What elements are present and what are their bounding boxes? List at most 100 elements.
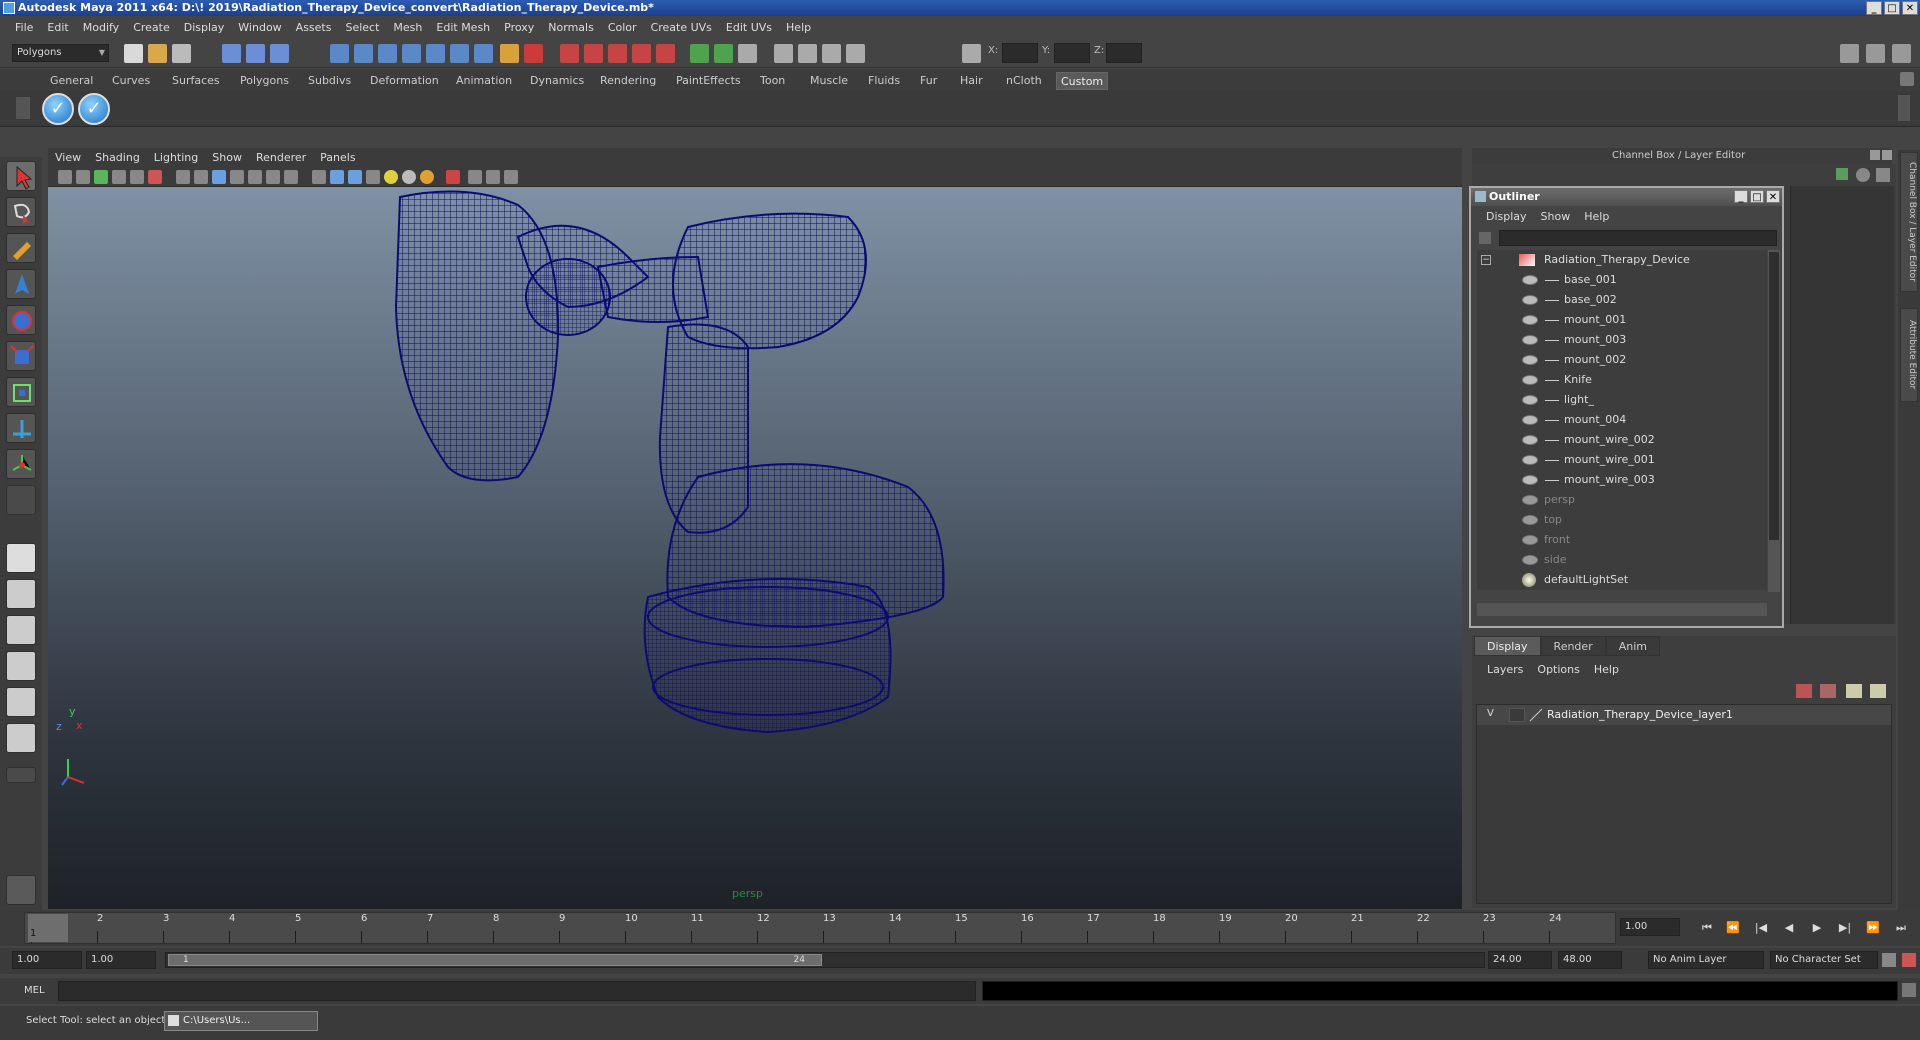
outliner-maximize-button[interactable]: □ bbox=[1750, 190, 1764, 203]
shelf-tab-custom[interactable]: Custom bbox=[1056, 72, 1109, 90]
collapse-icon[interactable]: − bbox=[1481, 255, 1491, 265]
tree-row-root[interactable]: − Radiation_Therapy_Device bbox=[1477, 250, 1767, 270]
paint-select-icon[interactable] bbox=[6, 233, 36, 263]
image-plane-icon[interactable] bbox=[112, 170, 126, 184]
tree-row[interactable]: side bbox=[1477, 550, 1767, 570]
new-layer-selected-icon[interactable] bbox=[1820, 684, 1836, 698]
float-icon[interactable] bbox=[1870, 150, 1880, 160]
shelf-tab-hair[interactable]: Hair bbox=[956, 72, 987, 90]
menu-help[interactable]: Help bbox=[779, 21, 818, 34]
shelf-menu-icon[interactable] bbox=[1900, 72, 1914, 86]
shelf-tab-rendering[interactable]: Rendering bbox=[596, 72, 660, 90]
isolate-icon[interactable] bbox=[284, 170, 298, 184]
layer-up-icon[interactable] bbox=[1846, 684, 1862, 698]
magnet-point-icon[interactable] bbox=[608, 44, 627, 63]
menu-create-uvs[interactable]: Create UVs bbox=[644, 21, 719, 34]
magnet-icon[interactable] bbox=[560, 44, 579, 63]
select-object-icon[interactable] bbox=[246, 44, 265, 63]
tree-row[interactable]: mount_wire_001 bbox=[1477, 450, 1767, 470]
menu-file[interactable]: File bbox=[8, 21, 40, 34]
menu-set-dropdown[interactable]: Polygons bbox=[12, 44, 109, 62]
menu-modify[interactable]: Modify bbox=[76, 21, 126, 34]
tree-row[interactable]: defaultLightSet bbox=[1477, 570, 1767, 590]
layer-menu-options[interactable]: Options bbox=[1530, 663, 1586, 676]
question-icon[interactable] bbox=[474, 44, 493, 63]
snap-grid-icon[interactable] bbox=[330, 44, 349, 63]
shaded-wire-icon[interactable] bbox=[348, 170, 362, 184]
outliner-vertical-scrollbar[interactable] bbox=[1768, 250, 1780, 592]
layer-tab-render[interactable]: Render bbox=[1540, 636, 1606, 656]
shelf-tab-fluids[interactable]: Fluids bbox=[864, 72, 904, 90]
layer-row[interactable]: V Radiation_Therapy_Device_layer1 bbox=[1477, 705, 1891, 725]
camera-attr-icon[interactable] bbox=[76, 170, 90, 184]
tree-row[interactable]: mount_002 bbox=[1477, 350, 1767, 370]
universal-manip-icon[interactable] bbox=[6, 377, 36, 407]
go-to-end-button[interactable]: ⏭ bbox=[1892, 920, 1910, 936]
shadows-icon[interactable] bbox=[402, 170, 416, 184]
xray-icon[interactable] bbox=[248, 170, 262, 184]
save-scene-icon[interactable] bbox=[172, 44, 191, 63]
history-icon[interactable] bbox=[450, 44, 469, 63]
mel-command-input[interactable] bbox=[58, 981, 976, 1001]
tree-row[interactable]: mount_wire_003 bbox=[1477, 470, 1767, 490]
tree-row[interactable]: top bbox=[1477, 510, 1767, 530]
snap-curve-icon[interactable] bbox=[354, 44, 373, 63]
play-backward-button[interactable]: ◀ bbox=[1780, 920, 1798, 936]
tree-row[interactable]: base_001 bbox=[1477, 270, 1767, 290]
y-field[interactable] bbox=[1054, 43, 1090, 63]
shelf-options-icon[interactable] bbox=[16, 97, 30, 119]
start-time-field[interactable]: 1.00 bbox=[12, 951, 82, 969]
checker-icon[interactable] bbox=[366, 170, 380, 184]
tree-row[interactable]: mount_004 bbox=[1477, 410, 1767, 430]
shelf-tab-fur[interactable]: Fur bbox=[916, 72, 941, 90]
render-frame-icon[interactable] bbox=[690, 44, 709, 63]
shelf-tab-dynamics[interactable]: Dynamics bbox=[526, 72, 588, 90]
scroll-thumb[interactable] bbox=[1769, 252, 1779, 540]
xray-joints-icon[interactable] bbox=[266, 170, 280, 184]
menu-edit-uvs[interactable]: Edit UVs bbox=[719, 21, 779, 34]
ipr-render-icon[interactable] bbox=[714, 44, 733, 63]
tab-attribute-editor[interactable]: Attribute Editor bbox=[1900, 308, 1918, 402]
tree-row[interactable]: front bbox=[1477, 530, 1767, 550]
menu-edit-mesh[interactable]: Edit Mesh bbox=[429, 21, 497, 34]
shelf-tab-general[interactable]: General bbox=[46, 72, 97, 90]
minimized-window-task[interactable]: C:\Users\Us... bbox=[164, 1011, 318, 1031]
soft-mod-icon[interactable] bbox=[6, 413, 36, 443]
preferences-icon[interactable] bbox=[1902, 953, 1916, 967]
tree-row[interactable]: persp bbox=[1477, 490, 1767, 510]
minimize-button[interactable]: _ bbox=[1866, 1, 1882, 15]
shelf-scroll-icon[interactable] bbox=[1898, 95, 1910, 121]
tree-row[interactable]: base_002 bbox=[1477, 290, 1767, 310]
camera-select-icon[interactable] bbox=[58, 170, 72, 184]
menu-display[interactable]: Display bbox=[177, 21, 232, 34]
show-manip-icon[interactable] bbox=[6, 449, 36, 479]
tab-channel-box[interactable]: Channel Box / Layer Editor bbox=[1900, 152, 1918, 292]
channel-box-pin-icon[interactable] bbox=[1876, 168, 1890, 182]
step-forward-frame-button[interactable]: ▶| bbox=[1836, 920, 1854, 936]
safe-frame-icon[interactable] bbox=[504, 170, 518, 184]
shelf-tab-curves[interactable]: Curves bbox=[108, 72, 154, 90]
shelf-tab-deformation[interactable]: Deformation bbox=[366, 72, 443, 90]
snap-point-icon[interactable] bbox=[378, 44, 397, 63]
rotate-tool-icon[interactable] bbox=[6, 305, 36, 335]
film-gate-icon[interactable] bbox=[486, 170, 500, 184]
toggle-attribute-editor-icon[interactable] bbox=[1866, 44, 1885, 63]
textured-icon[interactable] bbox=[230, 170, 244, 184]
layer-color-swatch[interactable] bbox=[1529, 708, 1543, 722]
channel-box-settings-icon[interactable] bbox=[1856, 168, 1870, 182]
viewport-menu-show[interactable]: Show bbox=[205, 151, 249, 164]
layout-outliner-icon[interactable] bbox=[6, 615, 36, 645]
construction-icon[interactable] bbox=[524, 44, 543, 63]
menu-proxy[interactable]: Proxy bbox=[497, 21, 541, 34]
outliner-close-button[interactable]: ✕ bbox=[1766, 190, 1780, 203]
scale-tool-icon[interactable] bbox=[6, 341, 36, 371]
use-lights-icon[interactable] bbox=[384, 170, 398, 184]
go-to-start-button[interactable]: ⏮ bbox=[1698, 920, 1716, 936]
magnet-view-icon[interactable] bbox=[632, 44, 651, 63]
step-forward-key-button[interactable]: ⏩ bbox=[1864, 920, 1882, 936]
anim-layer-dropdown[interactable]: No Anim Layer bbox=[1648, 951, 1764, 969]
viewport-menu-view[interactable]: View bbox=[48, 151, 88, 164]
tree-row[interactable]: light_ bbox=[1477, 390, 1767, 410]
playback-start-field[interactable]: 1.00 bbox=[86, 951, 156, 969]
menu-color[interactable]: Color bbox=[601, 21, 644, 34]
